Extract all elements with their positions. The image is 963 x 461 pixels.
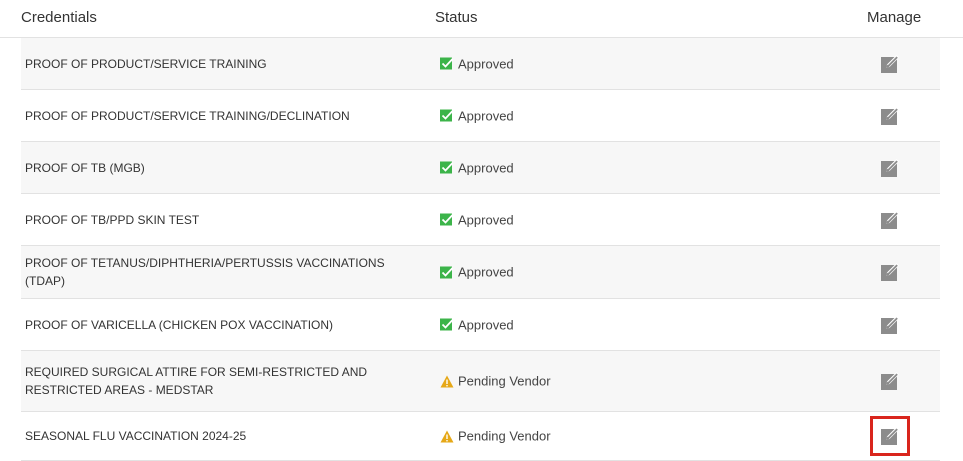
status-badge: Approved [440, 160, 514, 175]
status-column-header: Status [435, 9, 478, 26]
edit-credential-button[interactable] [879, 209, 901, 231]
table-row: PROOF OF TB/PPD SKIN TEST Approved [21, 194, 940, 246]
edit-credential-button[interactable] [879, 53, 901, 75]
status-label: Approved [458, 264, 514, 280]
check-icon [440, 265, 454, 279]
edit-credential-button[interactable] [879, 157, 901, 179]
status-label: Approved [458, 160, 514, 175]
status-label: Pending Vendor [458, 428, 551, 444]
edit-credential-button[interactable] [879, 370, 901, 392]
status-label: Pending Vendor [458, 373, 551, 389]
credential-name: REQUIRED SURGICAL ATTIRE FOR SEMI-RESTRI… [25, 365, 368, 397]
status-label: Approved [458, 317, 514, 332]
edit-icon [879, 157, 901, 179]
check-icon [440, 318, 454, 332]
status-badge: Approved [440, 108, 514, 123]
warning-icon [440, 429, 454, 443]
credential-name: PROOF OF PRODUCT/SERVICE TRAINING [25, 56, 267, 71]
table-header: Credentials Status Manage [0, 0, 963, 38]
edit-icon [879, 53, 901, 75]
edit-icon [879, 261, 901, 283]
table-row: PROOF OF TB (MGB) Approved [21, 142, 940, 194]
status-badge: Pending Vendor [440, 374, 551, 389]
check-icon [440, 161, 454, 175]
status-label: Approved [458, 212, 514, 227]
credentials-column-header: Credentials [21, 9, 97, 26]
table-body: PROOF OF PRODUCT/SERVICE TRAINING Approve… [21, 38, 940, 461]
credentials-table: Credentials Status Manage PROOF OF PRODU… [0, 0, 963, 461]
edit-credential-button[interactable] [879, 105, 901, 127]
edit-credential-button[interactable] [870, 416, 910, 456]
credential-name: PROOF OF VARICELLA (CHICKEN POX VACCINAT… [25, 317, 334, 332]
credential-name: SEASONAL FLU VACCINATION 2024-25 [25, 429, 247, 443]
credential-name: PROOF OF TB/PPD SKIN TEST [25, 212, 200, 227]
edit-icon [879, 105, 901, 127]
check-icon [440, 213, 454, 227]
status-badge: Approved [440, 317, 514, 332]
warning-icon [440, 374, 454, 388]
manage-column-header: Manage [867, 9, 922, 26]
credential-name: PROOF OF PRODUCT/SERVICE TRAINING/DECLIN… [25, 108, 350, 123]
check-icon [440, 57, 454, 71]
edit-credential-button[interactable] [879, 314, 901, 336]
status-label: Approved [458, 108, 514, 123]
edit-icon [879, 425, 901, 447]
check-icon [440, 109, 454, 123]
status-badge: Approved [440, 56, 514, 71]
table-row: REQUIRED SURGICAL ATTIRE FOR SEMI-RESTRI… [21, 351, 940, 412]
edit-icon [879, 370, 901, 392]
status-badge: Approved [440, 212, 514, 227]
credential-name: PROOF OF TETANUS/DIPHTHERIA/PERTUSSIS VA… [25, 256, 385, 288]
status-badge: Pending Vendor [440, 429, 551, 444]
table-row: PROOF OF TETANUS/DIPHTHERIA/PERTUSSIS VA… [21, 246, 940, 299]
edit-credential-button[interactable] [879, 261, 901, 283]
edit-icon [879, 209, 901, 231]
status-label: Approved [458, 56, 514, 71]
table-row: PROOF OF PRODUCT/SERVICE TRAINING/DECLIN… [21, 90, 940, 142]
table-row: PROOF OF VARICELLA (CHICKEN POX VACCINAT… [21, 299, 940, 351]
status-badge: Approved [440, 265, 514, 280]
credential-name: PROOF OF TB (MGB) [25, 160, 145, 175]
table-row: PROOF OF PRODUCT/SERVICE TRAINING Approve… [21, 38, 940, 90]
edit-icon [879, 314, 901, 336]
